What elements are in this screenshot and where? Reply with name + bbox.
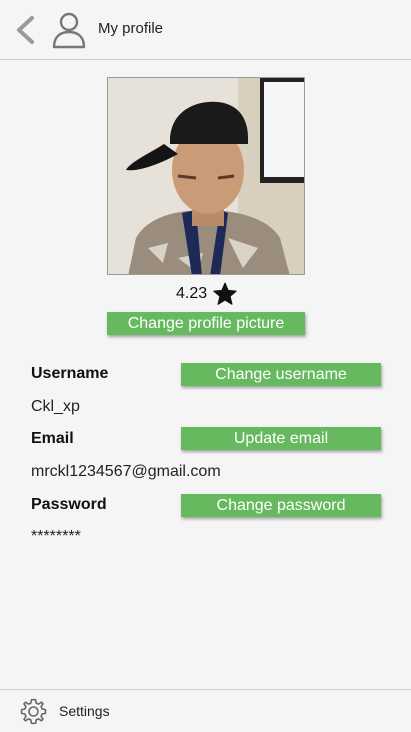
update-email-button[interactable]: Update email: [181, 427, 381, 450]
app-header: My profile: [0, 0, 411, 60]
rating-value: 4.23: [176, 285, 208, 302]
settings-link[interactable]: Settings: [59, 703, 110, 719]
star-icon: [213, 282, 237, 305]
change-profile-picture-button[interactable]: Change profile picture: [107, 312, 305, 335]
user-profile-icon: [52, 12, 86, 49]
password-label: Password: [31, 496, 107, 513]
gear-icon[interactable]: [19, 697, 48, 726]
username-label: Username: [31, 365, 109, 382]
email-value: mrckl1234567@gmail.com: [31, 463, 221, 480]
email-label: Email: [31, 430, 74, 447]
footer-bar: Settings: [0, 689, 411, 732]
username-value: Ckl_xp: [31, 398, 80, 415]
profile-photo: [107, 77, 305, 275]
page-title: My profile: [98, 20, 164, 37]
change-username-button[interactable]: Change username: [181, 363, 381, 386]
back-chevron-icon[interactable]: [12, 14, 38, 46]
change-password-button[interactable]: Change password: [181, 494, 381, 517]
password-value: ********: [31, 528, 81, 545]
